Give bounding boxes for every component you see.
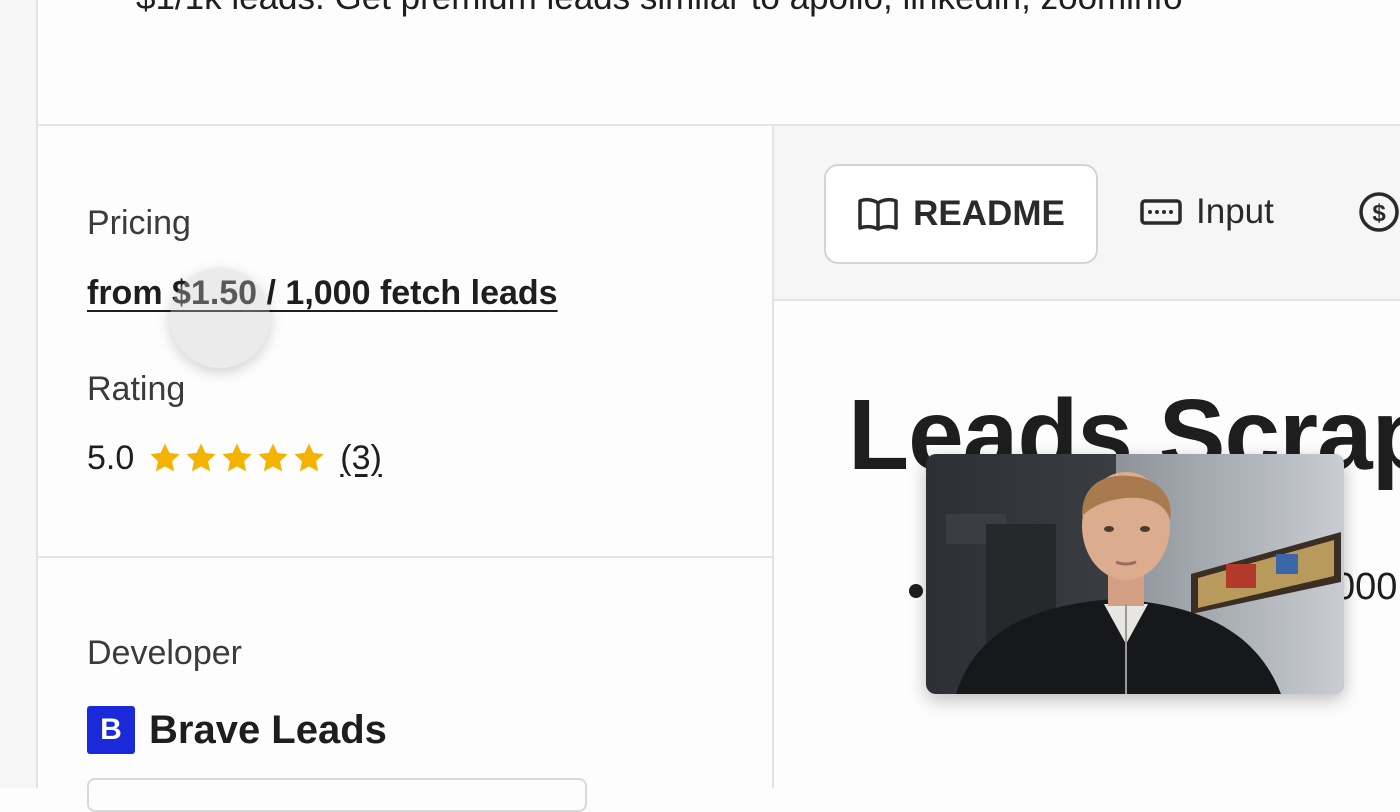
developer-logo-letter: B xyxy=(100,713,122,746)
dollar-circle-icon: $ xyxy=(1359,192,1399,232)
actor-description: $1/1k leads. Get premium leads similar t… xyxy=(136,0,1183,18)
developer-link[interactable]: B Brave Leads xyxy=(87,706,387,754)
actor-info-sidebar: Pricing from $1.50 / 1,000 fetch leads R… xyxy=(38,126,774,812)
developer-action-box[interactable] xyxy=(87,778,587,812)
tab-readme[interactable]: README xyxy=(824,164,1098,264)
star-icon xyxy=(222,443,252,472)
webcam-video xyxy=(926,454,1344,694)
svg-text:$: $ xyxy=(1372,200,1386,227)
bullet-point xyxy=(909,584,923,598)
developer-label: Developer xyxy=(87,634,242,672)
cursor-highlight xyxy=(170,268,270,368)
developer-name: Brave Leads xyxy=(149,707,387,752)
rating-stars xyxy=(148,441,326,475)
star-icon xyxy=(294,443,324,472)
tab-bar: README Input $ xyxy=(774,126,1400,301)
pricing-link[interactable]: from $1.50 / 1,000 fetch leads xyxy=(87,274,558,313)
rating-count-link[interactable]: (3) xyxy=(340,439,382,478)
star-icon xyxy=(186,443,216,472)
rating-row: 5.0 (3) xyxy=(87,438,382,478)
rating-value: 5.0 xyxy=(87,438,135,477)
developer-logo: B xyxy=(87,706,135,754)
tab-pricing[interactable]: $ xyxy=(1358,164,1400,260)
book-icon xyxy=(858,197,898,231)
star-icon xyxy=(258,443,288,472)
pricing-section: Pricing from $1.50 / 1,000 fetch leads R… xyxy=(38,126,772,558)
left-gutter xyxy=(0,0,38,788)
keyboard-icon xyxy=(1140,199,1182,225)
tab-input[interactable]: Input xyxy=(1140,164,1274,260)
actor-description-area: $1/1k leads. Get premium leads similar t… xyxy=(38,0,1400,126)
star-icon xyxy=(150,443,180,472)
developer-section: Developer B Brave Leads xyxy=(38,558,772,812)
tab-readme-label: README xyxy=(913,194,1065,233)
pricing-label: Pricing xyxy=(87,204,191,242)
rating-label: Rating xyxy=(87,370,186,408)
webcam-overlay xyxy=(926,454,1344,694)
tab-input-label: Input xyxy=(1196,192,1274,231)
